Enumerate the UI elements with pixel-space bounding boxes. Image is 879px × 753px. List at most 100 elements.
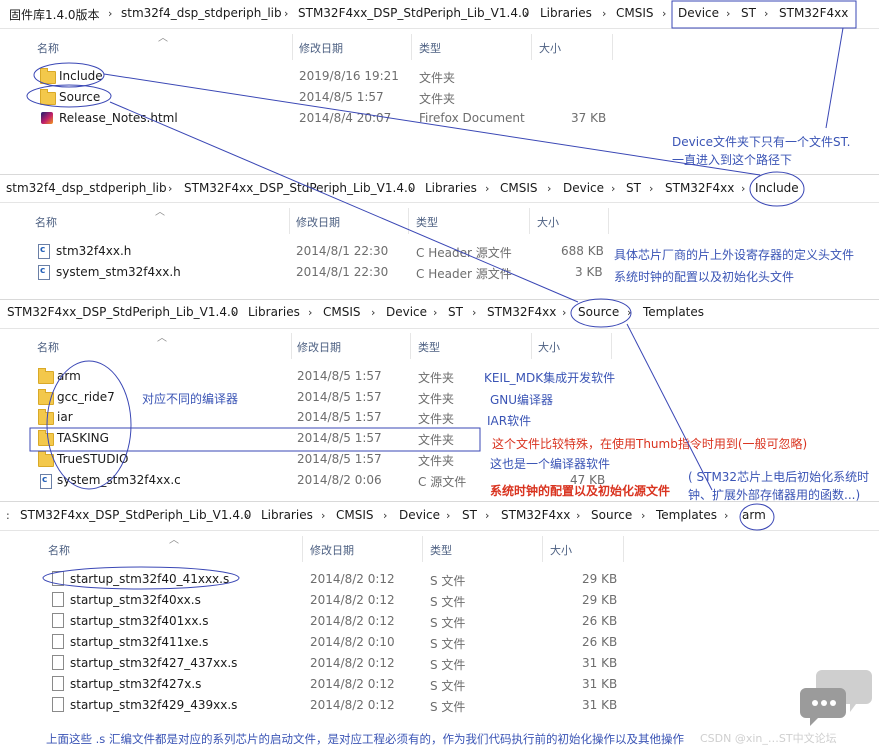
chevron-right-icon: › — [485, 182, 490, 195]
file-type: 文件夹 — [418, 412, 455, 426]
breadcrumb-item[interactable]: Libraries — [425, 181, 477, 195]
breadcrumb-item[interactable]: Include — [755, 181, 799, 195]
breadcrumb-item[interactable]: stm32f4_dsp_stdperiph_lib — [6, 181, 167, 195]
file-type: 文件夹 — [419, 71, 456, 85]
annotation-truestudio: 这也是一个编译器软件 — [490, 457, 611, 471]
file-type: S 文件 — [430, 679, 466, 693]
file-name: startup_stm32f401xx.s — [70, 614, 209, 628]
breadcrumb-item[interactable]: Templates — [656, 508, 717, 522]
column-header-date[interactable]: 修改日期 — [299, 40, 343, 56]
breadcrumb-item[interactable]: Device — [386, 305, 427, 319]
chevron-right-icon: › — [662, 7, 667, 20]
column-separator — [292, 34, 293, 60]
column-header-type[interactable]: 类型 — [418, 339, 440, 355]
divider — [0, 328, 879, 329]
chevron-right-icon: › — [383, 509, 388, 522]
breadcrumb-item[interactable]: STM32F4xx_DSP_StdPeriph_Lib_V1.4.0 — [184, 181, 415, 195]
column-header-name[interactable]: 名称 — [48, 542, 70, 558]
column-separator — [623, 536, 624, 562]
breadcrumb-item[interactable]: ST — [626, 181, 641, 195]
file-type: 文件夹 — [418, 433, 455, 447]
breadcrumb-item[interactable]: STM32F4xx — [779, 6, 848, 20]
column-header-type[interactable]: 类型 — [419, 40, 441, 56]
breadcrumb-item[interactable]: Source — [578, 305, 619, 319]
chevron-right-icon: › — [284, 7, 289, 20]
file-type: Firefox Document — [419, 111, 525, 125]
column-header-name[interactable]: 名称 — [35, 214, 57, 230]
breadcrumb-item[interactable]: Templates — [643, 305, 704, 319]
breadcrumb-item[interactable]: ST — [741, 6, 756, 20]
column-header-size[interactable]: 大小 — [550, 542, 572, 558]
chevron-right-icon: › — [649, 182, 654, 195]
column-header-type[interactable]: 类型 — [430, 542, 452, 558]
column-separator — [542, 536, 543, 562]
column-header-name[interactable]: 名称 — [37, 40, 59, 56]
breadcrumb-item[interactable]: Libraries — [540, 6, 592, 20]
file-date: 2014/8/5 1:57 — [297, 410, 382, 424]
breadcrumb-item[interactable]: ST — [448, 305, 463, 319]
column-header-name[interactable]: 名称 — [37, 339, 59, 355]
sort-ascending-icon: ︿ — [169, 535, 179, 546]
column-header-size[interactable]: 大小 — [539, 40, 561, 56]
breadcrumb-item[interactable]: 固件库1.4.0版本 — [9, 6, 100, 23]
breadcrumb-item[interactable]: Libraries — [248, 305, 300, 319]
breadcrumb-item[interactable]: CMSIS — [336, 508, 374, 522]
file-type: S 文件 — [430, 595, 466, 609]
chevron-right-icon: › — [485, 509, 490, 522]
chevron-right-icon: › — [232, 306, 237, 319]
file-type: 文件夹 — [418, 454, 455, 468]
file-type: S 文件 — [430, 574, 466, 588]
folder-icon — [38, 389, 54, 405]
column-header-date[interactable]: 修改日期 — [310, 542, 354, 558]
file-name: system_stm32f4xx.h — [56, 265, 181, 279]
breadcrumb-item[interactable]: Device — [678, 6, 719, 20]
breadcrumb-item[interactable]: STM32F4xx_DSP_StdPeriph_Lib_V1.4.0 — [7, 305, 238, 319]
file-type: S 文件 — [430, 616, 466, 630]
column-separator — [608, 208, 609, 234]
breadcrumb-item[interactable]: arm — [742, 508, 766, 522]
file-type: C Header 源文件 — [416, 267, 512, 281]
breadcrumb-item[interactable]: STM32F4xx — [487, 305, 556, 319]
file-date: 2014/8/2 0:06 — [297, 473, 382, 487]
file-size: 26 KB — [582, 614, 618, 628]
breadcrumb-item[interactable]: CMSIS — [616, 6, 654, 20]
breadcrumb-item[interactable]: CMSIS — [500, 181, 538, 195]
column-header-date[interactable]: 修改日期 — [296, 214, 340, 230]
divider — [0, 501, 879, 502]
file-type: C Header 源文件 — [416, 246, 512, 260]
file-name: startup_stm32f427x.s — [70, 677, 202, 691]
breadcrumb-item[interactable]: STM32F4xx — [665, 181, 734, 195]
column-header-type[interactable]: 类型 — [416, 214, 438, 230]
breadcrumb-item[interactable]: stm32f4_dsp_stdperiph_lib — [121, 6, 282, 20]
breadcrumb-item[interactable]: CMSIS — [323, 305, 361, 319]
column-header-size[interactable]: 大小 — [537, 214, 559, 230]
file-name: arm — [57, 369, 81, 383]
watermark-text: CSDN @xin_…ST中文论坛 — [700, 732, 837, 745]
file-size: 31 KB — [582, 656, 618, 670]
annotation-arm: KEIL_MDK集成开发软件 — [484, 371, 616, 385]
folder-icon — [40, 68, 56, 84]
breadcrumb-item[interactable]: Device — [563, 181, 604, 195]
file-type: 文件夹 — [419, 92, 456, 106]
annotation-iar: IAR软件 — [487, 414, 532, 428]
breadcrumb-item[interactable]: STM32F4xx_DSP_StdPeriph_Lib_V1.4.0 — [20, 508, 251, 522]
breadcrumb-item[interactable]: ST — [462, 508, 477, 522]
breadcrumb-item[interactable]: Device — [399, 508, 440, 522]
column-header-date[interactable]: 修改日期 — [297, 339, 341, 355]
breadcrumb-item[interactable]: STM32F4xx — [501, 508, 570, 522]
file-name: startup_stm32f411xe.s — [70, 635, 209, 649]
breadcrumb-item[interactable]: Libraries — [261, 508, 313, 522]
file-date: 2014/8/5 1:57 — [297, 369, 382, 383]
more-icon: : — [6, 509, 10, 522]
sort-ascending-icon: ︿ — [157, 333, 167, 344]
breadcrumb-item[interactable]: STM32F4xx_DSP_StdPeriph_Lib_V1.4.0 — [298, 6, 529, 20]
chevron-right-icon: › — [321, 509, 326, 522]
c-header-file-icon: c — [38, 244, 50, 259]
breadcrumb-item[interactable]: Source — [591, 508, 632, 522]
column-header-size[interactable]: 大小 — [538, 339, 560, 355]
file-icon — [52, 697, 64, 712]
file-date: 2014/8/2 0:12 — [310, 614, 395, 628]
divider — [0, 530, 879, 531]
chevron-right-icon: › — [641, 509, 646, 522]
chevron-right-icon: › — [308, 306, 313, 319]
